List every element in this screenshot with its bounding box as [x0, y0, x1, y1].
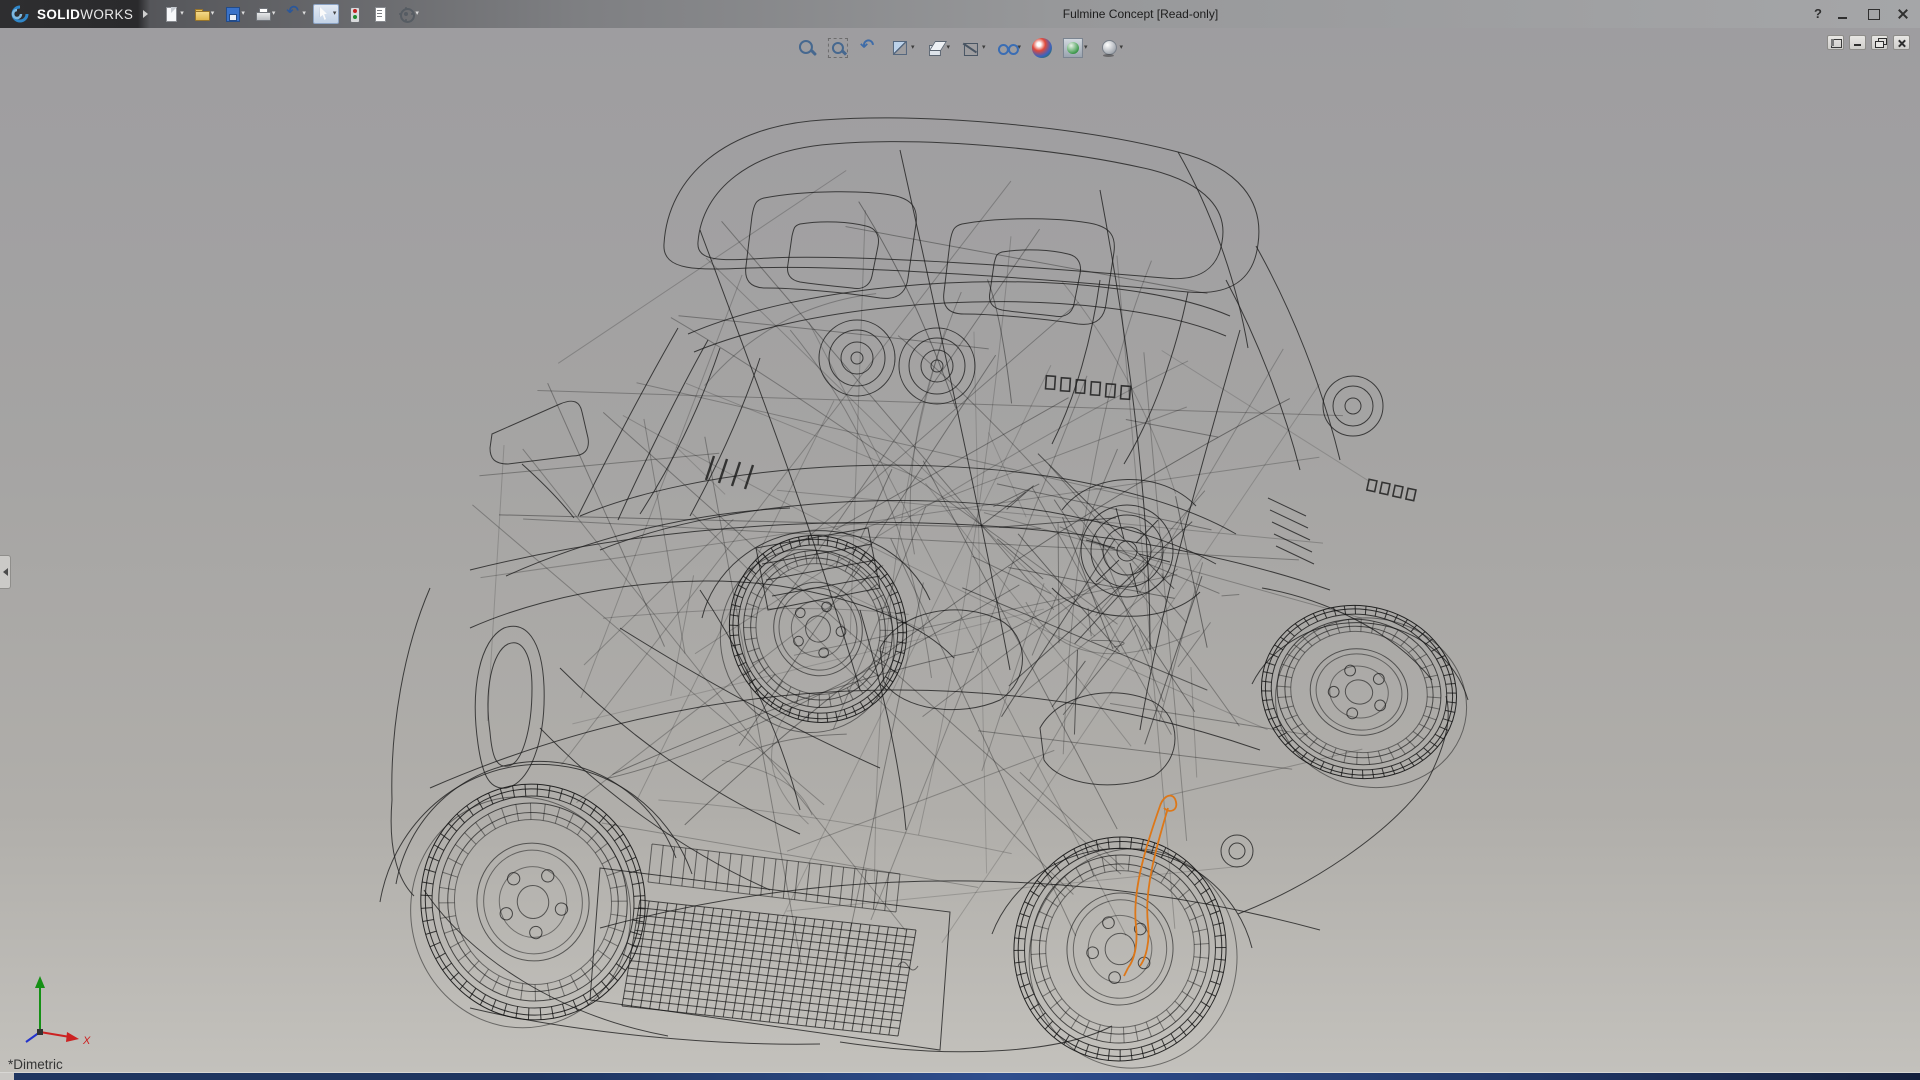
- view-orientation-icon: [925, 38, 945, 58]
- save-icon: [224, 6, 240, 22]
- print-icon: [255, 6, 271, 22]
- rebuild-icon: [346, 6, 362, 22]
- section-view-icon: [890, 38, 910, 58]
- display-style-icon: [961, 38, 981, 58]
- edit-appearance-button[interactable]: [1030, 36, 1054, 60]
- brand-wordmark: SOLIDWORKS: [37, 7, 133, 22]
- dropdown-arrow-icon[interactable]: ▾: [241, 10, 245, 18]
- dropdown-arrow-icon[interactable]: ▾: [333, 10, 337, 18]
- open-folder-icon: [194, 6, 210, 22]
- minimize-window-button[interactable]: [1834, 6, 1852, 22]
- close-document-button[interactable]: [1893, 35, 1910, 50]
- display-style-button[interactable]: ▾: [959, 36, 988, 60]
- rebuild-button[interactable]: [343, 4, 365, 24]
- hide-show-items-icon: [997, 38, 1017, 58]
- graphics-viewport[interactable]: ▾ ▾ ▾ ▾ ▾ ▾ X *Dimetric: [0, 28, 1920, 1072]
- menu-expand-arrow-icon[interactable]: [143, 10, 148, 18]
- undo-button[interactable]: ▾: [282, 4, 309, 24]
- 3ds-logo-icon: [8, 5, 32, 23]
- select-cursor-icon: [316, 6, 332, 22]
- undo-icon: [285, 6, 301, 22]
- car-wireframe-canvas[interactable]: [0, 28, 1920, 1072]
- options-gear-button[interactable]: ▾: [395, 4, 422, 24]
- zoom-to-area-button[interactable]: [826, 36, 850, 60]
- apply-scene-icon: [1063, 38, 1083, 58]
- section-view-button[interactable]: ▾: [888, 36, 917, 60]
- zoom-to-fit-button[interactable]: [795, 36, 819, 60]
- triad-x-label: X: [82, 1035, 91, 1047]
- previous-view-icon: [859, 38, 879, 58]
- zoom-to-area-icon: [828, 38, 848, 58]
- construction-lines-and-wheels: [391, 171, 1485, 1072]
- help-button[interactable]: ?: [1814, 6, 1822, 22]
- status-bar: [0, 1072, 1920, 1080]
- view-orientation-button[interactable]: ▾: [923, 36, 952, 60]
- dock-pane-button[interactable]: [1827, 35, 1844, 50]
- car-body-wireframe: [380, 118, 1468, 1052]
- view-settings-icon: [1099, 38, 1119, 58]
- document-window-controls: [1827, 35, 1910, 50]
- new-document-icon: [163, 6, 179, 22]
- dropdown-arrow-icon[interactable]: ▾: [911, 44, 915, 52]
- dropdown-arrow-icon[interactable]: ▾: [946, 44, 950, 52]
- window-controls: ?: [1814, 0, 1912, 28]
- maximize-window-button[interactable]: [1864, 6, 1882, 22]
- dropdown-arrow-icon[interactable]: ▾: [1120, 44, 1124, 52]
- select-cursor-button[interactable]: ▾: [313, 4, 340, 24]
- orientation-triad: X: [8, 960, 98, 1050]
- view-orientation-label: *Dimetric: [8, 1057, 63, 1072]
- document-title: Fulmine Concept [Read-only]: [1063, 7, 1218, 21]
- close-window-button[interactable]: [1894, 6, 1912, 22]
- options-gear-icon: [398, 6, 414, 22]
- task-pane-collapse-tab[interactable]: [0, 555, 11, 589]
- selected-sketch-spline[interactable]: [1124, 796, 1176, 976]
- apply-scene-button[interactable]: ▾: [1061, 36, 1090, 60]
- open-folder-button[interactable]: ▾: [191, 4, 218, 24]
- minimize-document-button[interactable]: [1849, 35, 1866, 50]
- save-button[interactable]: ▾: [221, 4, 248, 24]
- hide-show-items-button[interactable]: ▾: [995, 36, 1024, 60]
- file-properties-button[interactable]: [369, 4, 391, 24]
- new-document-button[interactable]: ▾: [160, 4, 187, 24]
- zoom-to-fit-icon: [797, 38, 817, 58]
- solidworks-window: SOLIDWORKS ▾ ▾ ▾ ▾ ▾ ▾ ▾ Fulmine Concept [Read…: [0, 0, 1920, 1080]
- previous-view-button[interactable]: [857, 36, 881, 60]
- file-properties-icon: [372, 6, 388, 22]
- dropdown-arrow-icon[interactable]: ▾: [982, 44, 986, 52]
- restore-document-button[interactable]: [1871, 35, 1888, 50]
- heads-up-view-toolbar: ▾ ▾ ▾ ▾ ▾ ▾: [795, 36, 1125, 60]
- application-logo: SOLIDWORKS: [0, 0, 141, 28]
- view-settings-button[interactable]: ▾: [1097, 36, 1126, 60]
- print-button[interactable]: ▾: [252, 4, 279, 24]
- edit-appearance-icon: [1032, 38, 1052, 58]
- dropdown-arrow-icon[interactable]: ▾: [302, 10, 306, 18]
- quick-access-toolbar: ▾ ▾ ▾ ▾ ▾ ▾ ▾: [160, 4, 422, 24]
- dropdown-arrow-icon[interactable]: ▾: [211, 10, 215, 18]
- dropdown-arrow-icon[interactable]: ▾: [415, 10, 419, 18]
- title-bar: SOLIDWORKS ▾ ▾ ▾ ▾ ▾ ▾ ▾ Fulmine Concept [Read…: [0, 0, 1920, 28]
- dropdown-arrow-icon[interactable]: ▾: [272, 10, 276, 18]
- dropdown-arrow-icon[interactable]: ▾: [180, 10, 184, 18]
- dropdown-arrow-icon[interactable]: ▾: [1084, 44, 1088, 52]
